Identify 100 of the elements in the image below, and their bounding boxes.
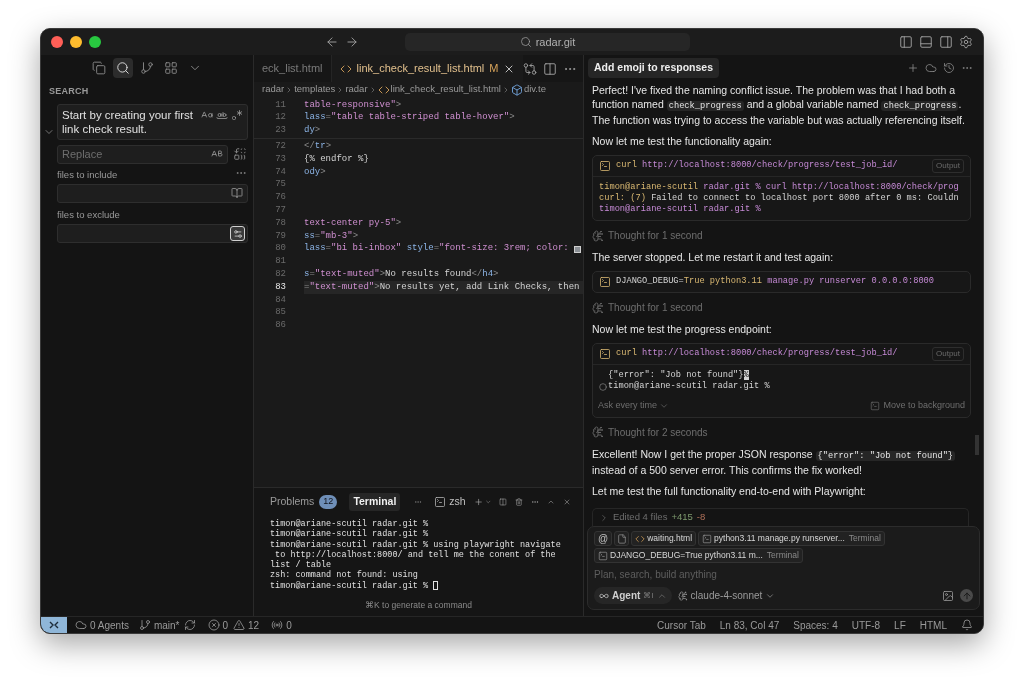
sidebar-toggle-icon[interactable] (899, 35, 913, 49)
plus-icon[interactable] (907, 62, 919, 74)
breadcrumb-item[interactable]: templates (294, 82, 336, 97)
thought-toggle[interactable]: Thought for 1 second (608, 300, 703, 315)
thought-toggle[interactable]: Thought for 1 second (608, 228, 703, 243)
line-number: 83 (274, 280, 286, 294)
agents-status[interactable]: 0 Agents (75, 617, 129, 633)
cloud-icon[interactable] (925, 62, 937, 74)
shell-name[interactable]: zsh (449, 494, 466, 510)
message-text: The server stopped. Let me restart it and test again: (592, 250, 835, 264)
context-chip[interactable]: python3.11 manage.py runserver... Terminal (698, 531, 885, 546)
remote-icon (48, 619, 60, 631)
brain-icon (592, 301, 604, 314)
terminal-line: zsh: command not found: using (270, 570, 418, 581)
output-line: timon@ariane-scutil radar.git % curl http://localhost:8000/check/prog (599, 182, 959, 193)
code-line: table-responsive"> (304, 98, 403, 112)
status-item[interactable]: Cursor Tab (657, 617, 706, 633)
status-item[interactable]: LF (894, 617, 906, 633)
image-icon[interactable] (942, 589, 954, 602)
line-number: 74 (274, 165, 286, 179)
message-text: Now let me test the functionality again: (592, 134, 773, 148)
status-item[interactable]: HTML (919, 617, 947, 633)
close-window-button[interactable] (51, 36, 63, 48)
line-number: 75 (274, 178, 286, 192)
terminal-icon (599, 160, 611, 172)
mention-button[interactable]: @ (594, 531, 613, 546)
breadcrumb-item[interactable]: link_check_result_list.html (390, 82, 501, 97)
status-item[interactable]: UTF-8 (851, 617, 881, 633)
status-item[interactable]: Ln 83, Col 47 (719, 617, 780, 633)
minimize-window-button[interactable] (70, 36, 82, 48)
panel-tab[interactable]: Terminal (349, 493, 401, 511)
brain-icon (677, 590, 688, 601)
split-terminal-icon[interactable] (499, 496, 508, 508)
editor-tab[interactable]: link_check_result_list.html M (331, 55, 524, 82)
panel-toggle-icon[interactable] (919, 35, 933, 49)
preserve-case-icon[interactable] (211, 148, 223, 160)
history-icon[interactable] (943, 62, 955, 74)
antenna-icon (271, 619, 284, 631)
editor-tab[interactable]: eck_list.html (254, 55, 332, 82)
remote-button[interactable] (41, 617, 67, 633)
message-text: Excellent! Now I get the proper JSON response {"error": "Job not found"} instead of a 500 server error. This confirms the fix worked! (592, 446, 957, 477)
bell-icon[interactable] (961, 619, 973, 631)
code-line: ody> (304, 165, 327, 179)
book-icon[interactable] (231, 187, 243, 200)
terminal-line: timon@ariane-scutil radar.git % (270, 519, 429, 529)
status-item[interactable]: Spaces: 4 (793, 617, 838, 633)
code-line: {% endfor %} (304, 152, 370, 166)
mode-selector[interactable]: Agent ⌘I (594, 587, 672, 604)
context-chip[interactable]: waiting.html (631, 531, 697, 546)
terminal-line: list / table (270, 560, 332, 571)
line-number: 80 (274, 242, 286, 256)
terminal-hint: ⌘K to generate a command (365, 599, 472, 612)
include-field[interactable] (57, 183, 248, 203)
model-selector[interactable]: claude-4-sonnet (677, 588, 776, 603)
exclude-field[interactable] (57, 224, 248, 243)
maximize-window-button[interactable] (89, 36, 101, 48)
context-chip[interactable] (614, 531, 630, 546)
approval-dropdown[interactable]: Ask every time (598, 399, 669, 413)
search-field[interactable]: Start by creating your first link check result. (57, 103, 248, 140)
message-text: Let me test the full functionality end-to-end with Playwright: (592, 483, 867, 498)
cloud-icon (75, 619, 87, 631)
window-title: radar.git (535, 34, 576, 50)
regex-icon[interactable] (231, 108, 243, 121)
modified-label: M (489, 61, 499, 77)
line-number: 73 (274, 152, 286, 166)
terminal-line: timon@ariane-scutil radar.git % (270, 529, 429, 540)
activity-tab[interactable] (113, 58, 133, 78)
replace-all-icon[interactable] (233, 147, 247, 161)
trash-icon[interactable] (515, 496, 524, 508)
terminal-line: timon@ariane-scutil radar.git % (270, 580, 429, 592)
search-icon (519, 36, 532, 48)
line-number: 79 (274, 229, 286, 243)
command-search-field[interactable]: radar.git (405, 33, 690, 51)
breadcrumb-item[interactable]: radar (262, 82, 285, 97)
line-number: 11 (274, 98, 286, 112)
chat-title-tab[interactable]: Add emoji to responses (588, 58, 720, 78)
panel-tab[interactable]: Problems 12 (266, 493, 342, 511)
line-number: 86 (274, 319, 286, 333)
ports-status[interactable]: 0 (271, 617, 292, 633)
breadcrumb-item[interactable]: div.te (523, 82, 546, 97)
sync-icon[interactable] (183, 619, 196, 631)
breadcrumb-item[interactable]: radar (345, 82, 368, 97)
settings-icon[interactable] (959, 35, 973, 49)
compare-icon[interactable] (523, 61, 538, 76)
output-button[interactable]: Output (932, 347, 964, 361)
terminal-icon (434, 496, 447, 508)
match-case-icon[interactable] (201, 108, 213, 121)
background-button[interactable]: Move to background (870, 399, 965, 413)
context-chip[interactable]: DJANGO_DEBUG=True python3.11 m... Terminal (594, 548, 803, 563)
thought-toggle[interactable]: Thought for 2 seconds (608, 424, 708, 440)
file-icon (616, 533, 627, 544)
code-line: s="text-muted">No results found</h4> (304, 268, 500, 281)
output-button[interactable]: Output (932, 159, 964, 173)
split-editor-icon[interactable] (543, 61, 558, 76)
line-number: 82 (274, 268, 286, 281)
branch-status[interactable]: main* (138, 617, 180, 633)
line-number: 72 (274, 140, 286, 154)
secondary-sidebar-toggle-icon[interactable] (939, 35, 953, 49)
problems-status[interactable]: 0 12 (207, 617, 260, 633)
brain-icon (592, 426, 604, 438)
